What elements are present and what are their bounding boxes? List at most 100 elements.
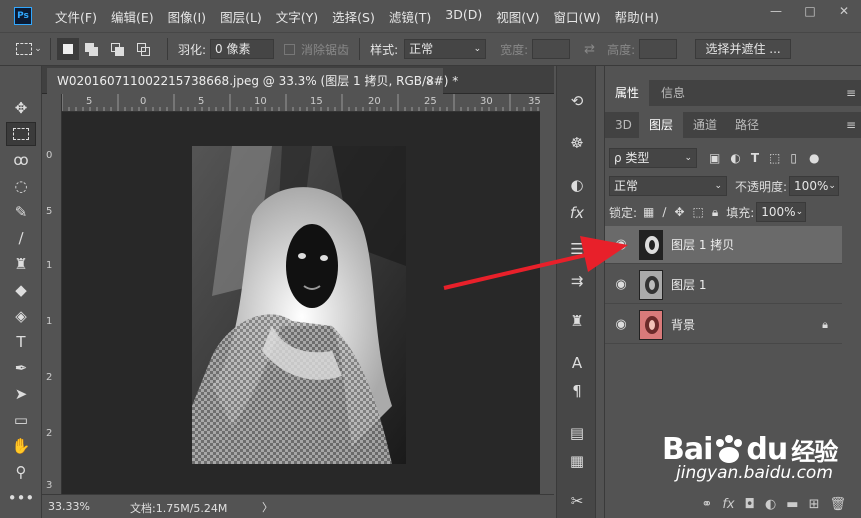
layer-row[interactable]: ◉ 图层 1 拷贝	[605, 226, 842, 264]
navigator-icon[interactable]: ☸	[565, 132, 589, 154]
filter-toggle-icon[interactable]: ●	[809, 151, 819, 165]
status-menu-arrow[interactable]: 〉	[262, 499, 273, 515]
new-selection-icon[interactable]	[57, 38, 79, 60]
menu-filter[interactable]: 滤镜(T)	[382, 7, 438, 26]
lock-artboard-icon[interactable]: ⬚	[693, 205, 704, 219]
paragraph-styles-icon[interactable]: ☰	[565, 238, 589, 260]
menu-layer[interactable]: 图层(L)	[213, 7, 269, 26]
path-select-tool-icon[interactable]: ➤	[6, 382, 36, 406]
blend-mode-value: 正常	[614, 179, 639, 193]
swap-icon[interactable]: ⇄	[584, 42, 595, 57]
lock-position-icon[interactable]: ✥	[674, 205, 684, 219]
canvas-vertical-scrollbar[interactable]	[540, 112, 554, 494]
smart-object-filter-icon[interactable]: ▯	[790, 151, 797, 165]
zoom-tool-icon[interactable]: ⚲	[6, 460, 36, 484]
image-filter-icon[interactable]: ▣	[709, 151, 720, 165]
visibility-eye-icon[interactable]: ◉	[605, 237, 637, 252]
rectangle-tool-icon[interactable]: ▭	[6, 408, 36, 432]
more-tools-icon[interactable]: •••	[6, 486, 36, 510]
panel-menu-icon[interactable]: ≡	[846, 112, 856, 138]
tool-presets-icon[interactable]: ✂	[565, 490, 589, 512]
styles-icon[interactable]: fx	[565, 202, 589, 224]
actions-icon[interactable]: ⇉	[565, 270, 589, 292]
glyphs-icon[interactable]: ▤	[565, 422, 589, 444]
maximize-icon[interactable]: □	[793, 0, 827, 22]
lock-transparent-icon[interactable]: ▦	[643, 205, 654, 219]
layer-row[interactable]: ◉ 图层 1	[605, 266, 842, 304]
marquee-tool-icon[interactable]	[6, 122, 36, 146]
subtract-selection-icon[interactable]	[105, 38, 131, 60]
pen-tool-icon[interactable]: ✒	[6, 356, 36, 380]
tab-3d[interactable]: 3D	[605, 112, 642, 138]
intersect-selection-icon[interactable]	[131, 38, 157, 60]
style-select[interactable]: 正常 ⌄	[404, 39, 487, 59]
close-icon[interactable]: ✕	[827, 0, 861, 22]
adjustment-filter-icon[interactable]: ◐	[730, 151, 740, 165]
tab-paths[interactable]: 路径	[725, 112, 769, 138]
add-selection-icon[interactable]	[79, 38, 105, 60]
menu-select[interactable]: 选择(S)	[325, 7, 382, 26]
document-tab[interactable]: W020160711002215738668.jpeg @ 33.3% (图层 …	[47, 68, 458, 94]
visibility-eye-icon[interactable]: ◉	[605, 277, 637, 292]
tab-info[interactable]: 信息	[651, 80, 695, 106]
paint-bucket-tool-icon[interactable]: ◈	[6, 304, 36, 328]
canvas-area[interactable]	[62, 112, 540, 494]
layer-row[interactable]: ◉ 背景 🔒︎	[605, 306, 842, 344]
type-filter-icon[interactable]: T	[751, 151, 759, 165]
type-tool-icon[interactable]: T	[6, 330, 36, 354]
hand-tool-icon[interactable]: ✋	[6, 434, 36, 458]
quick-select-tool-icon[interactable]: ◌	[6, 174, 36, 198]
tab-properties[interactable]: 属性	[605, 80, 650, 106]
notes-icon[interactable]: ▦	[565, 450, 589, 472]
opacity-input[interactable]: 100% ⌄	[789, 176, 840, 196]
filter-kind-select[interactable]: ρ 类型 ⌄	[609, 148, 697, 168]
new-layer-icon[interactable]: ⊞	[809, 497, 820, 512]
crop-tool-icon[interactable]: ✎	[6, 200, 36, 224]
feather-input[interactable]: 0 像素	[210, 39, 275, 59]
character-icon[interactable]: A	[565, 352, 589, 374]
visibility-eye-icon[interactable]: ◉	[605, 317, 637, 332]
brush-tool-icon[interactable]: ∕	[6, 226, 36, 250]
antialias-checkbox[interactable]	[284, 43, 296, 55]
eraser-tool-icon[interactable]: ◆	[6, 278, 36, 302]
width-input[interactable]	[532, 39, 571, 59]
history-icon[interactable]: ⟲	[565, 90, 589, 112]
minimize-icon[interactable]: —	[759, 0, 793, 22]
blend-mode-select[interactable]: 正常 ⌄	[609, 176, 727, 196]
menu-3d[interactable]: 3D(D)	[438, 7, 489, 26]
move-tool-icon[interactable]: ✥	[6, 96, 36, 120]
marquee-tool-preset-icon[interactable]: ⌄	[14, 38, 44, 60]
document-info: 文档:1.75M/5.24M	[130, 502, 228, 515]
select-and-mask-button[interactable]: 选择并遮住 ...	[695, 39, 792, 59]
lasso-tool-icon[interactable]: ꝏ	[6, 148, 36, 172]
shape-filter-icon[interactable]: ⬚	[769, 151, 780, 165]
lock-image-icon[interactable]: ∕	[662, 205, 666, 219]
adjustments-icon[interactable]: ◐	[565, 174, 589, 196]
add-style-icon[interactable]: fx	[722, 497, 734, 512]
add-mask-icon[interactable]: ◘	[745, 497, 755, 512]
menu-image[interactable]: 图像(I)	[161, 7, 213, 26]
tab-layers[interactable]: 图层	[639, 112, 684, 138]
menu-edit[interactable]: 编辑(E)	[104, 7, 161, 26]
clone-source-icon[interactable]: ♜	[565, 310, 589, 332]
menu-window[interactable]: 窗口(W)	[547, 7, 608, 26]
paragraph-icon[interactable]: ¶	[565, 380, 589, 402]
close-tab-icon[interactable]: ×	[425, 68, 435, 94]
ruler-label: 5	[46, 206, 53, 217]
lock-all-icon[interactable]: 🔒︎	[712, 205, 718, 220]
zoom-level[interactable]: 33.33%	[48, 500, 90, 513]
new-adjustment-icon[interactable]: ◐	[765, 497, 776, 512]
menu-type[interactable]: 文字(Y)	[269, 7, 325, 26]
menu-file[interactable]: 文件(F)	[48, 7, 104, 26]
tab-channels[interactable]: 通道	[683, 112, 727, 138]
height-input[interactable]	[639, 39, 678, 59]
stamp-tool-icon[interactable]: ♜	[6, 252, 36, 276]
menu-view[interactable]: 视图(V)	[489, 7, 546, 26]
link-layers-icon[interactable]: ⚭	[701, 497, 712, 512]
panel-menu-icon[interactable]: ≡	[846, 80, 856, 106]
opacity-label: 不透明度:	[735, 179, 788, 194]
menu-help[interactable]: 帮助(H)	[608, 7, 666, 26]
new-group-icon[interactable]: ▬	[786, 497, 798, 512]
fill-input[interactable]: 100% ⌄	[756, 202, 807, 222]
delete-layer-icon[interactable]: 🗑︎	[829, 497, 846, 512]
